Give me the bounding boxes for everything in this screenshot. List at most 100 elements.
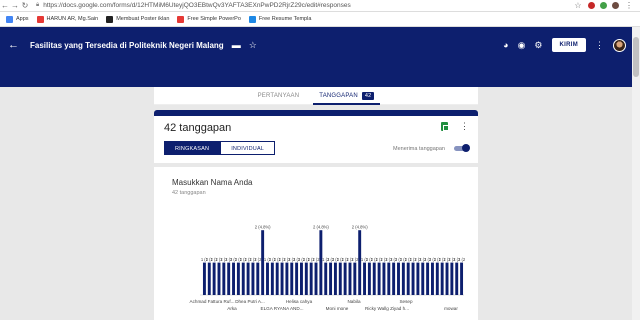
send-button[interactable]: KIRIM (551, 38, 586, 52)
chart-bar[interactable] (416, 262, 420, 295)
chart-bar[interactable] (421, 262, 425, 295)
palette-icon[interactable]: ◕ (503, 40, 508, 50)
chart-bar[interactable] (212, 262, 216, 295)
chart-bar[interactable] (246, 262, 250, 295)
chart-bar[interactable] (266, 262, 269, 295)
tab-responses[interactable]: TANGGAPAN 42 (313, 87, 381, 105)
toggle-knob (462, 144, 470, 152)
chart-bar[interactable] (338, 262, 342, 295)
chart-bar[interactable] (295, 262, 299, 295)
chart-bar[interactable] (270, 262, 274, 295)
responses-summary-card: 42 tanggapan ⋮ RINGKASAN INDIVIDUAL Mene… (154, 110, 478, 163)
menu-dots-icon[interactable]: ⋮ (624, 0, 634, 12)
forward-arrow-icon[interactable]: → (10, 0, 20, 12)
chart-bar[interactable] (367, 262, 371, 295)
chart-bar[interactable] (401, 262, 405, 295)
chart-bar[interactable] (387, 262, 391, 295)
chart-bar[interactable] (392, 262, 396, 295)
avatar[interactable] (613, 38, 626, 52)
individual-button[interactable]: INDIVIDUAL (220, 141, 276, 155)
chart-bar[interactable] (309, 262, 313, 295)
chart-bar[interactable] (358, 230, 362, 295)
lock-icon: 🔒︎ (36, 2, 40, 8)
sheets-icon[interactable] (441, 122, 449, 131)
chart-bar[interactable] (207, 262, 211, 295)
bookmark-item[interactable]: Free Resume Templa (248, 15, 311, 23)
chart-bar[interactable] (236, 262, 240, 295)
page-scrollbar[interactable] (632, 27, 640, 320)
chart-bar[interactable] (324, 262, 328, 295)
back-arrow-icon[interactable]: ← (8, 39, 22, 51)
chart-bar[interactable] (445, 262, 449, 295)
chart-bar[interactable] (275, 262, 279, 295)
chart-bar[interactable] (241, 262, 245, 295)
star-bookmark-icon[interactable]: ☆ (573, 0, 583, 12)
chart-bar[interactable] (300, 262, 303, 295)
url-field[interactable]: https://docs.google.com/forms/d/12HTMiM6… (43, 2, 573, 9)
chart-bar[interactable] (411, 262, 415, 295)
chart-bar[interactable] (333, 262, 337, 295)
accepting-responses-toggle[interactable] (454, 144, 470, 152)
chart-data-label: 1 (2 (254, 257, 262, 262)
chart-bar[interactable] (319, 230, 323, 295)
chart-bar[interactable] (232, 262, 235, 295)
chart-bar[interactable] (353, 262, 357, 295)
chart-bar[interactable] (329, 262, 333, 295)
scrollbar-thumb[interactable] (633, 37, 639, 77)
bookmark-favicon-icon (177, 15, 185, 23)
chart-bar[interactable] (372, 262, 376, 295)
profile-icon[interactable] (612, 2, 619, 9)
more-menu-icon[interactable]: ⋮ (595, 40, 604, 51)
chart-bar[interactable] (455, 262, 459, 295)
chart-bar[interactable] (431, 262, 434, 295)
chart-bar[interactable] (202, 262, 206, 295)
star-icon[interactable]: ☆ (249, 40, 257, 51)
bookmarks-bar: Apps HARUN AR, Mg.Sain Membuat Poster ik… (0, 12, 640, 27)
chart-bar[interactable] (460, 262, 464, 295)
back-arrow-icon[interactable]: ← (0, 0, 10, 12)
chart-bar[interactable] (348, 262, 352, 295)
forms-header: ← Fasilitas yang Tersedia di Politeknik … (0, 27, 632, 87)
chart-bar[interactable] (435, 262, 439, 295)
settings-gear-icon[interactable]: ⚙ (534, 40, 542, 51)
chart-bar[interactable] (450, 262, 454, 295)
chart-x-tick-label: Arka (227, 306, 237, 311)
view-segmented-control: RINGKASAN INDIVIDUAL (164, 141, 276, 155)
chart-bar[interactable] (343, 262, 347, 295)
chart-bar[interactable] (222, 262, 226, 295)
preview-eye-icon[interactable]: ◉ (518, 40, 526, 51)
bookmark-item[interactable]: HARUN AR, Mg.Sain (36, 15, 99, 23)
chart-bar[interactable] (290, 262, 294, 295)
chart-bar[interactable] (285, 262, 289, 295)
chart-bar[interactable] (217, 262, 221, 295)
bookmark-item[interactable]: Membuat Poster iklan (106, 15, 169, 23)
chart-bar[interactable] (406, 262, 410, 295)
chart-x-tick-label: mowar (444, 306, 458, 311)
extension-icon[interactable] (600, 2, 607, 9)
chart-bar[interactable] (251, 262, 255, 295)
chart-bar[interactable] (261, 230, 265, 295)
chart-bar[interactable] (280, 262, 284, 295)
chart-bar[interactable] (440, 262, 444, 295)
folder-icon[interactable]: ▬ (232, 40, 241, 50)
chart-bar[interactable] (304, 262, 308, 295)
chart-bar[interactable] (382, 262, 386, 295)
reload-icon[interactable]: ↻ (20, 0, 30, 12)
summary-button[interactable]: RINGKASAN (164, 141, 221, 155)
chart-x-tick-label: Nabila (347, 299, 360, 304)
bookmark-item[interactable]: Free Simple PowerPo (177, 15, 241, 23)
chart-bar[interactable] (256, 262, 260, 295)
chart-bar[interactable] (314, 262, 318, 295)
chart-bar[interactable] (227, 262, 231, 295)
bookmark-label: HARUN AR, Mg.Sain (46, 16, 99, 22)
chart-bar[interactable] (377, 262, 381, 295)
response-count-badge: 42 (361, 91, 375, 100)
tab-questions[interactable]: PERTANYAAN (258, 87, 300, 105)
chart-x-tick-label: Ricky Wallg Ziyad h... (365, 306, 409, 311)
extension-icon[interactable] (588, 2, 595, 9)
chart-bar[interactable] (397, 262, 400, 295)
bookmark-apps[interactable]: Apps (6, 15, 29, 23)
chart-bar[interactable] (426, 262, 430, 295)
chart-bar[interactable] (363, 262, 366, 295)
more-options-icon[interactable]: ⋮ (460, 121, 469, 132)
